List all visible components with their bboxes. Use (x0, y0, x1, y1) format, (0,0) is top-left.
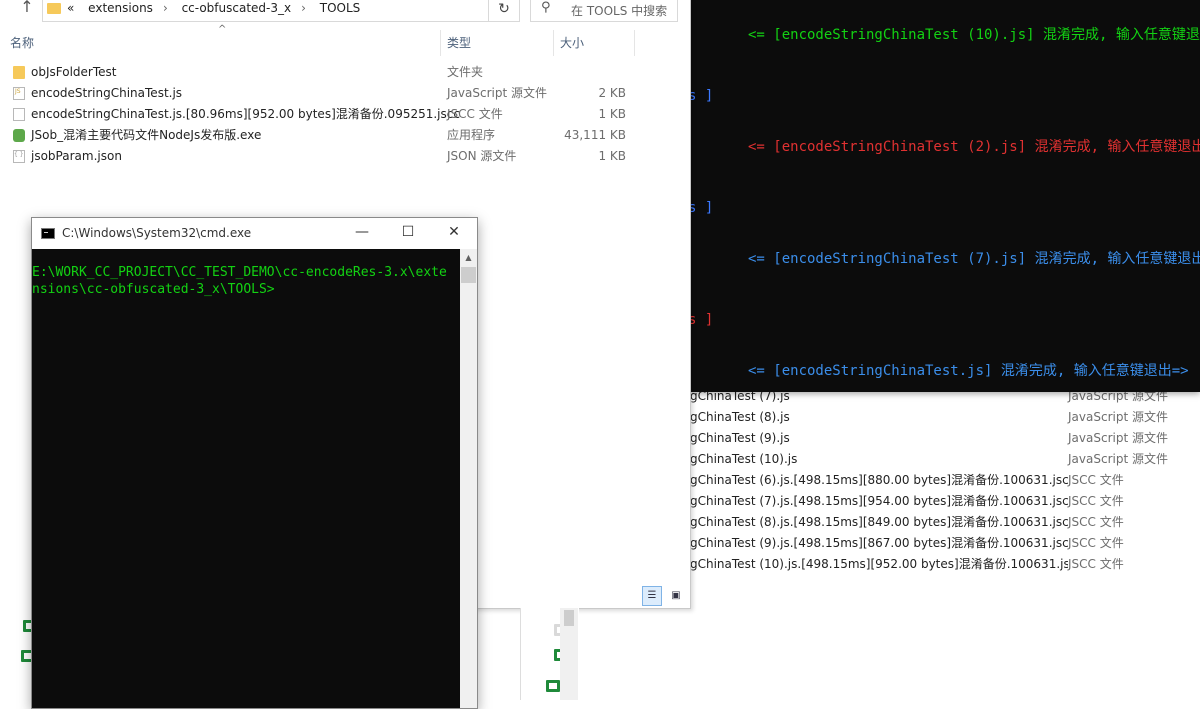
file-row[interactable]: encodeStringChinaTest.js JavaScript 源文件 … (0, 83, 640, 104)
maximize-button[interactable]: ☐ (385, 218, 431, 249)
file-name: gChinaTest (10).js.[498.15ms][952.00 byt… (690, 557, 1068, 571)
console-line: s ] (688, 200, 714, 216)
file-type: 文件夹 (447, 65, 484, 79)
details-view-icon[interactable]: ☰ (642, 586, 662, 606)
file-type: JavaScript 源文件 (1068, 452, 1168, 466)
json-file-icon (13, 150, 25, 163)
column-divider[interactable] (634, 30, 635, 56)
scrollbar-thumb[interactable] (461, 267, 476, 283)
file-name: encodeStringChinaTest.js.[80.96ms][952.0… (31, 107, 460, 121)
file-name: JSob_混淆主要代码文件NodeJs发布版.exe (31, 128, 262, 142)
file-type: JSCC 文件 (1068, 473, 1124, 487)
close-button[interactable]: ✕ (431, 218, 477, 249)
breadcrumb-item[interactable]: cc-obfuscated-3_x (182, 1, 292, 15)
search-placeholder: 在 TOOLS 中搜索 (571, 4, 668, 18)
file-type: JSCC 文件 (1068, 494, 1124, 508)
list-item[interactable]: gChinaTest (9).js.[498.15ms][867.00 byte… (690, 533, 1200, 554)
file-type: JSON 源文件 (447, 149, 517, 163)
file-name: encodeStringChinaTest.js (31, 86, 183, 100)
console-line: <= [encodeStringChinaTest (10).js] 混淆完成,… (748, 27, 1200, 43)
file-type: JavaScript 源文件 (1068, 431, 1168, 445)
chevron-right-icon[interactable]: › (301, 1, 306, 15)
breadcrumb-item[interactable]: extensions (88, 1, 153, 15)
up-arrow-icon[interactable]: ↑ (14, 0, 40, 18)
file-row[interactable]: obJsFolderTest 文件夹 (0, 62, 640, 83)
file-name: gChinaTest (9).js (690, 431, 790, 445)
large-icons-view-icon[interactable]: ▣ (666, 586, 686, 606)
file-row[interactable]: jsobParam.json JSON 源文件 1 KB (0, 146, 640, 167)
list-item[interactable]: gChinaTest (9).js JavaScript 源文件 (690, 428, 1200, 449)
terminal-line: E:\WORK_CC_PROJECT\CC_TEST_DEMO\cc-encod… (32, 265, 447, 280)
console-line: <= [encodeStringChinaTest (7).js] 混淆完成, … (748, 251, 1200, 267)
file-type: 应用程序 (447, 128, 496, 142)
column-header: 名称 类型 大小 (0, 30, 640, 56)
file-name: gChinaTest (10).js (690, 452, 798, 466)
file-name: gChinaTest (6).js.[498.15ms][880.00 byte… (690, 473, 1068, 487)
js-file-icon (13, 87, 25, 100)
column-header-size[interactable]: 大小 (550, 30, 640, 56)
refresh-icon[interactable]: ↻ (488, 0, 519, 21)
list-item[interactable]: gChinaTest (8).js.[498.15ms][849.00 byte… (690, 512, 1200, 533)
title-bar[interactable]: C:\Windows\System32\cmd.exe — ☐ ✕ (32, 218, 477, 249)
file-size: 2 KB (598, 86, 626, 100)
console-line: s ] (688, 312, 714, 328)
list-item[interactable]: gChinaTest (6).js.[498.15ms][880.00 byte… (690, 470, 1200, 491)
app-icon (546, 680, 560, 692)
document-icon (13, 108, 25, 121)
console-line: <= [encodeStringChinaTest (2).js] 混淆完成, … (748, 139, 1200, 155)
file-name: gChinaTest (8).js (690, 410, 790, 424)
console-line: s ] (688, 88, 714, 104)
scrollbar[interactable] (560, 608, 578, 700)
terminal-icon (41, 228, 55, 239)
file-type: JavaScript 源文件 (1068, 410, 1168, 424)
list-item[interactable]: gChinaTest (7).js.[498.15ms][954.00 byte… (690, 491, 1200, 512)
breadcrumb-item[interactable]: TOOLS (320, 1, 361, 15)
chevron-right-icon[interactable]: › (163, 1, 168, 15)
search-input[interactable]: ⚲ 在 TOOLS 中搜索 (530, 0, 678, 22)
file-size: 1 KB (598, 149, 626, 163)
file-name: gChinaTest (8).js.[498.15ms][849.00 byte… (690, 515, 1068, 529)
file-size: 43,111 KB (564, 128, 626, 142)
scrollbar[interactable]: ▲ (460, 249, 477, 708)
file-name: jsobParam.json (31, 149, 122, 163)
file-size: 1 KB (598, 107, 626, 121)
breadcrumb: « extensions › cc-obfuscated-3_x › TOOLS (67, 1, 370, 15)
minimize-button[interactable]: — (339, 218, 385, 249)
cmd-window[interactable]: C:\Windows\System32\cmd.exe — ☐ ✕ E:\WOR… (31, 217, 478, 709)
file-type: JSCC 文件 (447, 107, 503, 121)
file-name: obJsFolderTest (31, 65, 117, 79)
address-bar[interactable]: « extensions › cc-obfuscated-3_x › TOOLS ↻ (42, 0, 520, 22)
file-name: gChinaTest (7).js.[498.15ms][954.00 byte… (690, 494, 1068, 508)
file-type: JSCC 文件 (1068, 557, 1124, 571)
console-output-window[interactable]: <= [encodeStringChinaTest (10).js] 混淆完成,… (688, 0, 1200, 392)
folder-icon (47, 3, 61, 14)
list-item[interactable]: gChinaTest (10).js JavaScript 源文件 (690, 449, 1200, 470)
list-item[interactable]: gChinaTest (8).js JavaScript 源文件 (690, 407, 1200, 428)
file-row[interactable]: encodeStringChinaTest.js.[80.96ms][952.0… (0, 104, 640, 125)
sort-ascending-icon: ^ (218, 24, 227, 35)
folder-icon (13, 66, 25, 79)
list-item[interactable]: gChinaTest (10).js.[498.15ms][952.00 byt… (690, 554, 1200, 575)
terminal-output[interactable]: E:\WORK_CC_PROJECT\CC_TEST_DEMO\cc-encod… (32, 249, 460, 708)
file-row[interactable]: JSob_混淆主要代码文件NodeJs发布版.exe 应用程序 43,111 K… (0, 125, 640, 146)
file-name: gChinaTest (9).js.[498.15ms][867.00 byte… (690, 536, 1068, 550)
file-type: JSCC 文件 (1068, 515, 1124, 529)
console-line: <= [encodeStringChinaTest.js] 混淆完成, 输入任意… (748, 363, 1189, 379)
column-header-type[interactable]: 类型 (437, 30, 547, 56)
search-icon: ⚲ (541, 0, 551, 15)
background-window-fragment (0, 608, 37, 700)
scrollbar-thumb[interactable] (564, 610, 574, 626)
file-type: JavaScript 源文件 (447, 86, 547, 100)
nodejs-exe-icon (13, 129, 25, 142)
breadcrumb-overflow[interactable]: « (67, 1, 74, 15)
window-title: C:\Windows\System32\cmd.exe (62, 226, 252, 240)
file-type: JSCC 文件 (1068, 536, 1124, 550)
scroll-up-icon[interactable]: ▲ (460, 249, 477, 266)
terminal-line: nsions\cc-obfuscated-3_x\TOOLS> (32, 282, 275, 297)
